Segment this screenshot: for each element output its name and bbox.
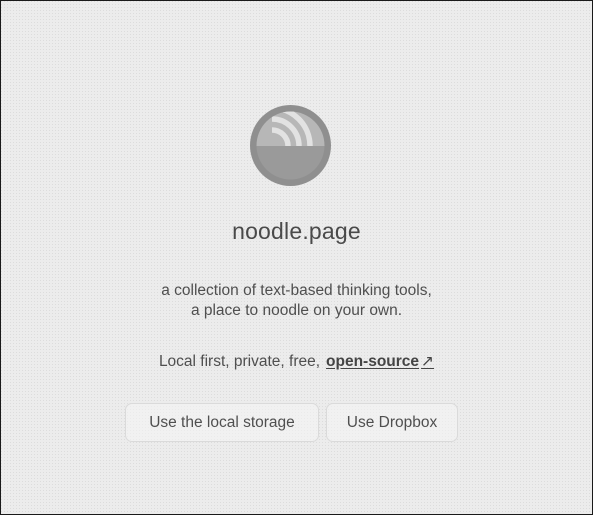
- external-link-icon: ↗: [421, 353, 435, 370]
- tagline-line-1: a collection of text-based thinking tool…: [161, 282, 432, 299]
- open-source-link[interactable]: open-source ↗: [326, 353, 434, 370]
- features-line: Local first, private, free, open-source ↗: [0, 352, 593, 371]
- app-title: noodle.page: [232, 218, 361, 244]
- storage-options: Use the local storage Use Dropbox: [125, 403, 458, 442]
- use-dropbox-button[interactable]: Use Dropbox: [326, 403, 458, 442]
- signal-waves-circle-icon: [250, 105, 331, 186]
- features-text: Local first, private, free,: [158, 353, 321, 370]
- use-local-storage-button[interactable]: Use the local storage: [125, 403, 319, 442]
- tagline: a collection of text-based thinking tool…: [0, 281, 593, 321]
- tagline-line-2: a place to noodle on your own.: [190, 302, 403, 319]
- open-source-link-label: open-source: [326, 353, 420, 370]
